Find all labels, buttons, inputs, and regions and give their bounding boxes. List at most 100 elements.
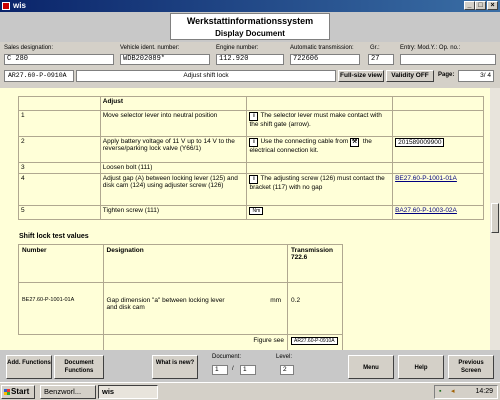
tool-icon: ⚒ (350, 138, 360, 147)
table-row: 3 Loosen bolt (111) (18, 162, 484, 174)
step-text: Apply battery voltage of 11 V up to 14 V… (99, 136, 248, 163)
help-button[interactable]: Help (398, 355, 444, 379)
step-ref: BA27.60-P-1003-02A (392, 205, 484, 220)
taskbar-item-wis[interactable]: wis (98, 385, 158, 399)
info-icon: i (249, 112, 259, 121)
minimize-button[interactable]: _ (464, 1, 475, 10)
start-button[interactable]: Start (1, 385, 35, 399)
shift-lock-table: Number Designation Transmission 722.6 BE2… (18, 244, 343, 350)
value-designation: Gap dimension "a" between locking lever … (102, 282, 289, 335)
fullsize-view-button[interactable]: Full-size view (338, 70, 384, 82)
figure-ref-link[interactable]: AR27.60-P-0910A (291, 337, 338, 345)
engine-number-label: Engine number: (216, 45, 259, 51)
window-title: wis (13, 1, 26, 10)
col-number: Number (18, 244, 104, 283)
document-label: Document: (212, 354, 242, 360)
step-ref: 201589009900 (392, 136, 484, 163)
window-titlebar: wis _ □ × (0, 0, 500, 12)
app-title: Werkstattinformationssystem (186, 16, 314, 26)
add-functions-button[interactable]: Add. Functions (6, 355, 52, 379)
network-icon: ▪ (439, 388, 442, 395)
page-indicator: 3/ 4 (458, 70, 494, 82)
table-row: Figure see AR27.60-P-0910A (19, 334, 343, 350)
transmission-field: 722606 (290, 54, 360, 65)
step-number: 3 (18, 162, 101, 174)
step-number: 2 (18, 136, 101, 163)
transmission-label: Automatic transmission: (290, 45, 354, 51)
adjust-header-ref (392, 96, 484, 111)
step-text: Adjust gap (A) between locking lever (12… (99, 173, 248, 206)
step-number: 1 (18, 110, 101, 137)
value-number: BE27.60-P-1001-01A (18, 282, 104, 335)
app-subtitle: Display Document (215, 29, 285, 38)
taskbar-item-benzworld[interactable]: Benzworl... (40, 385, 96, 399)
step-note: Nm (246, 205, 394, 220)
reference-link[interactable]: BA27.60-P-1003-02A (395, 207, 457, 214)
reference-link[interactable]: BE27.60-P-1001-01A (395, 175, 457, 182)
document-separator: / (232, 366, 234, 372)
info-icon: i (249, 138, 259, 147)
step-ref (392, 162, 484, 174)
figure-ref-cell: AR27.60-P-0910A (287, 334, 343, 350)
vin-field: WDB202089* (120, 54, 210, 65)
step-ref: BE27.60-P-1001-01A (392, 173, 484, 206)
figure-label: Figure see (102, 334, 289, 350)
info-icon: i (249, 175, 259, 184)
menu-button[interactable]: Menu (348, 355, 394, 379)
step-text: Loosen bolt (111) (99, 162, 248, 174)
level-field[interactable]: 2 (280, 365, 294, 375)
table-row: 5 Tighten screw (111) Nm BA27.60-P-1003-… (18, 205, 484, 220)
adjust-header: Adjust (99, 96, 248, 111)
adjust-table: Adjust 1 Move selector lever into neutra… (18, 96, 484, 220)
scrollbar-thumb[interactable] (491, 203, 499, 233)
value-transmission: 0.2 (287, 282, 343, 335)
torque-icon[interactable]: Nm (249, 207, 264, 215)
close-button[interactable]: × (487, 1, 498, 10)
level-label: Level: (276, 354, 293, 360)
speaker-icon: ◂ (451, 388, 455, 395)
what-is-new-button[interactable]: What is new? (152, 355, 198, 379)
taskbar: Start Benzworl... wis ▪ ◂ 14:29 (0, 382, 500, 400)
document-content: Adjust 1 Move selector lever into neutra… (0, 88, 490, 350)
document-current-field[interactable]: 1 (212, 365, 228, 375)
vin-label: Vehicle ident. number: (120, 45, 180, 51)
step-number: 5 (18, 205, 101, 220)
shift-lock-title: Shift lock test values (19, 233, 89, 240)
group-label: Gr.: (370, 45, 380, 51)
system-tray: ▪ ◂ 14:29 (434, 385, 498, 399)
app-icon (2, 2, 10, 10)
document-title: Adjust shift lock (76, 70, 336, 82)
document-total-field: 1 (240, 365, 256, 375)
maximize-button[interactable]: □ (475, 1, 486, 10)
tool-number-link[interactable]: 201589009900 (395, 138, 445, 147)
step-text: Tighten screw (111) (99, 205, 248, 220)
table-row: 1 Move selector lever into neutral posit… (18, 110, 484, 137)
document-functions-button[interactable]: Document Functions (54, 355, 104, 379)
table-row: 4 Adjust gap (A) between locking lever (… (18, 173, 484, 206)
sales-designation-label: Sales designation: (4, 45, 54, 51)
clock: 14:29 (475, 388, 493, 395)
app-header: Werkstattinformationssystem Display Docu… (0, 12, 500, 42)
group-field: 27 (368, 54, 394, 65)
sales-designation-field: C 280 (4, 54, 114, 65)
previous-screen-button[interactable]: Previous Screen (448, 355, 494, 379)
step-text: Move selector lever into neutral positio… (99, 110, 248, 137)
table-row: BE27.60-P-1001-01A Gap dimension "a" bet… (18, 282, 343, 335)
step-note (246, 162, 394, 174)
step-note: i The selector lever must make contact wi… (246, 110, 394, 137)
app-title-box: Werkstattinformationssystem Display Docu… (170, 13, 330, 40)
step-number: 4 (18, 173, 101, 206)
table-row: 2 Apply battery voltage of 11 V up to 14… (18, 136, 484, 163)
entry-field (400, 54, 496, 65)
col-transmission: Transmission 722.6 (287, 244, 343, 283)
page-label: Page: (438, 72, 455, 78)
col-designation: Designation (102, 244, 289, 283)
document-id: AR27.60-P-0910A (4, 70, 74, 82)
validity-toggle-button[interactable]: Validity OFF (386, 70, 434, 82)
entry-label: Entry: Mod.Y.: Op. no.: (400, 45, 461, 51)
vertical-scrollbar[interactable] (490, 88, 500, 350)
step-note: i Use the connecting cable from ⚒ the ele… (246, 136, 394, 163)
value-unit: mm (270, 297, 282, 304)
windows-logo-icon (4, 389, 10, 395)
engine-number-field: 112.920 (216, 54, 284, 65)
